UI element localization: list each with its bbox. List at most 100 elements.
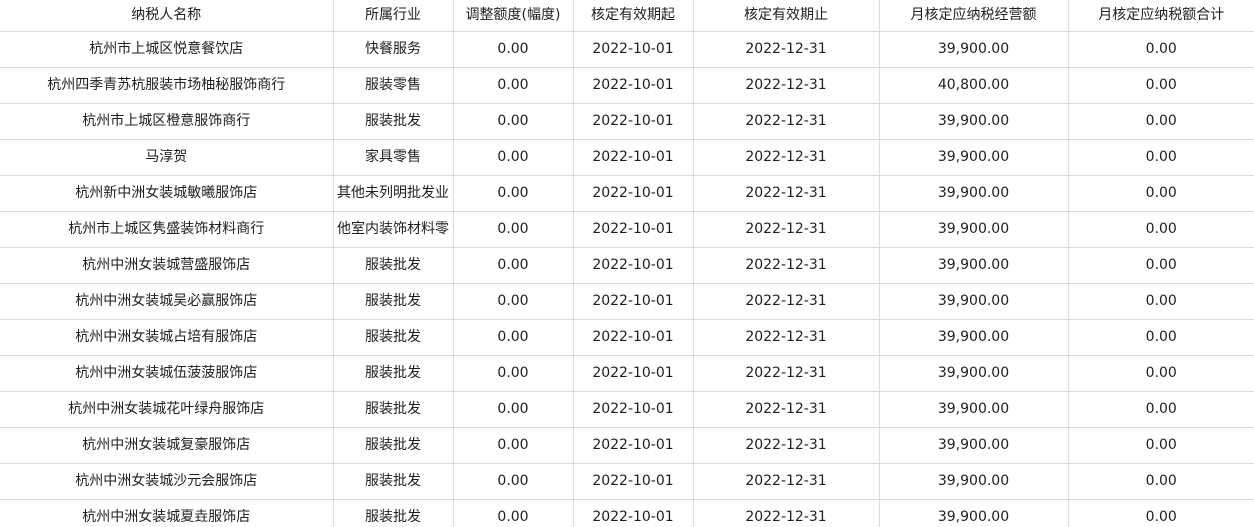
table-row[interactable]: 杭州中洲女装城占培有服饰店 服装批发 0.00 2022-10-01 2022-12-3…	[0, 319, 1254, 356]
cell-taxpayer-name[interactable]: 马淳贺	[0, 139, 334, 176]
cell-monthly-revenue[interactable]: 39,900.00	[879, 211, 1069, 248]
cell-taxpayer-name[interactable]: 杭州市上城区隽盛装饰材料商行	[0, 211, 334, 248]
table-row[interactable]: 杭州中洲女装城营盛服饰店 服装批发 0.00 2022-10-01 2022-12-31…	[0, 247, 1254, 284]
cell-industry[interactable]: 他室内装饰材料零	[333, 211, 454, 248]
cell-monthly-tax-total[interactable]: 0.00	[1068, 175, 1254, 212]
cell-monthly-tax-total[interactable]: 0.00	[1068, 139, 1254, 176]
cell-monthly-tax-total[interactable]: 0.00	[1068, 67, 1254, 104]
cell-valid-from[interactable]: 2022-10-01	[573, 391, 694, 428]
cell-taxpayer-name[interactable]: 杭州中洲女装城沙元会服饰店	[0, 463, 334, 500]
cell-industry[interactable]: 服装批发	[333, 319, 454, 356]
cell-valid-from[interactable]: 2022-10-01	[573, 211, 694, 248]
cell-industry[interactable]: 服装零售	[333, 67, 454, 104]
cell-monthly-tax-total[interactable]: 0.00	[1068, 103, 1254, 140]
cell-valid-from[interactable]: 2022-10-01	[573, 463, 694, 500]
cell-monthly-revenue[interactable]: 39,900.00	[879, 427, 1069, 464]
cell-taxpayer-name[interactable]: 杭州中洲女装城复豪服饰店	[0, 427, 334, 464]
cell-valid-from[interactable]: 2022-10-01	[573, 283, 694, 320]
header-taxpayer-name[interactable]: 纳税人名称	[0, 0, 334, 32]
header-monthly-revenue[interactable]: 月核定应纳税经营额	[879, 0, 1069, 32]
cell-valid-from[interactable]: 2022-10-01	[573, 427, 694, 464]
cell-monthly-revenue[interactable]: 39,900.00	[879, 31, 1069, 68]
cell-industry[interactable]: 服装批发	[333, 355, 454, 392]
cell-industry[interactable]: 服装批发	[333, 103, 454, 140]
cell-taxpayer-name[interactable]: 杭州中洲女装城伍菠菠服饰店	[0, 355, 334, 392]
cell-taxpayer-name[interactable]: 杭州中洲女装城占培有服饰店	[0, 319, 334, 356]
table-row[interactable]: 杭州四季青苏杭服装市场柚秘服饰商行 服装零售 0.00 2022-10-01 2022-…	[0, 67, 1254, 104]
cell-industry[interactable]: 家具零售	[333, 139, 454, 176]
cell-adjustment[interactable]: 0.00	[453, 463, 574, 500]
cell-valid-to[interactable]: 2022-12-31	[693, 463, 880, 500]
cell-valid-to[interactable]: 2022-12-31	[693, 355, 880, 392]
cell-monthly-tax-total[interactable]: 0.00	[1068, 391, 1254, 428]
cell-adjustment[interactable]: 0.00	[453, 355, 574, 392]
cell-valid-to[interactable]: 2022-12-31	[693, 103, 880, 140]
cell-monthly-tax-total[interactable]: 0.00	[1068, 211, 1254, 248]
header-industry[interactable]: 所属行业	[333, 0, 454, 32]
cell-valid-to[interactable]: 2022-12-31	[693, 175, 880, 212]
cell-monthly-tax-total[interactable]: 0.00	[1068, 499, 1254, 527]
cell-monthly-revenue[interactable]: 39,900.00	[879, 247, 1069, 284]
table-row[interactable]: 杭州市上城区橙意服饰商行 服装批发 0.00 2022-10-01 2022-12-31…	[0, 103, 1254, 140]
header-valid-from[interactable]: 核定有效期起	[573, 0, 694, 32]
cell-monthly-revenue[interactable]: 39,900.00	[879, 391, 1069, 428]
cell-taxpayer-name[interactable]: 杭州中洲女装城花叶绿舟服饰店	[0, 391, 334, 428]
table-row[interactable]: 杭州市上城区隽盛装饰材料商行 他室内装饰材料零 0.00 2022-10-01 2022…	[0, 211, 1254, 248]
cell-adjustment[interactable]: 0.00	[453, 319, 574, 356]
cell-valid-to[interactable]: 2022-12-31	[693, 247, 880, 284]
cell-monthly-revenue[interactable]: 39,900.00	[879, 103, 1069, 140]
cell-taxpayer-name[interactable]: 杭州市上城区悦意餐饮店	[0, 31, 334, 68]
cell-taxpayer-name[interactable]: 杭州中洲女装城营盛服饰店	[0, 247, 334, 284]
table-row[interactable]: 杭州中洲女装城沙元会服饰店 服装批发 0.00 2022-10-01 2022-12-3…	[0, 463, 1254, 500]
cell-valid-from[interactable]: 2022-10-01	[573, 31, 694, 68]
cell-industry[interactable]: 服装批发	[333, 427, 454, 464]
cell-valid-to[interactable]: 2022-12-31	[693, 427, 880, 464]
cell-valid-to[interactable]: 2022-12-31	[693, 139, 880, 176]
cell-taxpayer-name[interactable]: 杭州中洲女装城夏垚服饰店	[0, 499, 334, 527]
cell-valid-to[interactable]: 2022-12-31	[693, 391, 880, 428]
table-row[interactable]: 杭州市上城区悦意餐饮店 快餐服务 0.00 2022-10-01 2022-12-31 3…	[0, 31, 1254, 68]
cell-adjustment[interactable]: 0.00	[453, 391, 574, 428]
cell-monthly-tax-total[interactable]: 0.00	[1068, 283, 1254, 320]
cell-monthly-revenue[interactable]: 39,900.00	[879, 139, 1069, 176]
cell-taxpayer-name[interactable]: 杭州市上城区橙意服饰商行	[0, 103, 334, 140]
cell-valid-to[interactable]: 2022-12-31	[693, 67, 880, 104]
table-row[interactable]: 杭州新中洲女装城敏曦服饰店 其他未列明批发业 0.00 2022-10-01 2022-…	[0, 175, 1254, 212]
cell-industry[interactable]: 其他未列明批发业	[333, 175, 454, 212]
cell-monthly-tax-total[interactable]: 0.00	[1068, 247, 1254, 284]
cell-valid-from[interactable]: 2022-10-01	[573, 67, 694, 104]
cell-monthly-tax-total[interactable]: 0.00	[1068, 319, 1254, 356]
table-row[interactable]: 马淳贺 家具零售 0.00 2022-10-01 2022-12-31 39,900.00…	[0, 139, 1254, 176]
cell-adjustment[interactable]: 0.00	[453, 283, 574, 320]
header-adjustment[interactable]: 调整额度(幅度)	[453, 0, 574, 32]
cell-valid-to[interactable]: 2022-12-31	[693, 31, 880, 68]
cell-valid-to[interactable]: 2022-12-31	[693, 499, 880, 527]
cell-monthly-tax-total[interactable]: 0.00	[1068, 31, 1254, 68]
cell-monthly-revenue[interactable]: 39,900.00	[879, 319, 1069, 356]
cell-industry[interactable]: 服装批发	[333, 499, 454, 527]
cell-adjustment[interactable]: 0.00	[453, 31, 574, 68]
cell-monthly-tax-total[interactable]: 0.00	[1068, 355, 1254, 392]
cell-valid-from[interactable]: 2022-10-01	[573, 139, 694, 176]
cell-valid-from[interactable]: 2022-10-01	[573, 355, 694, 392]
cell-adjustment[interactable]: 0.00	[453, 427, 574, 464]
cell-monthly-tax-total[interactable]: 0.00	[1068, 463, 1254, 500]
cell-industry[interactable]: 快餐服务	[333, 31, 454, 68]
cell-monthly-revenue[interactable]: 39,900.00	[879, 283, 1069, 320]
header-valid-to[interactable]: 核定有效期止	[693, 0, 880, 32]
cell-monthly-revenue[interactable]: 39,900.00	[879, 175, 1069, 212]
cell-industry[interactable]: 服装批发	[333, 463, 454, 500]
table-row[interactable]: 杭州中洲女装城伍菠菠服饰店 服装批发 0.00 2022-10-01 2022-12-3…	[0, 355, 1254, 392]
cell-adjustment[interactable]: 0.00	[453, 175, 574, 212]
cell-valid-to[interactable]: 2022-12-31	[693, 283, 880, 320]
header-monthly-tax-total[interactable]: 月核定应纳税额合计	[1068, 0, 1254, 32]
cell-industry[interactable]: 服装批发	[333, 391, 454, 428]
cell-adjustment[interactable]: 0.00	[453, 67, 574, 104]
cell-adjustment[interactable]: 0.00	[453, 499, 574, 527]
cell-monthly-revenue[interactable]: 39,900.00	[879, 355, 1069, 392]
cell-industry[interactable]: 服装批发	[333, 283, 454, 320]
cell-monthly-tax-total[interactable]: 0.00	[1068, 427, 1254, 464]
cell-monthly-revenue[interactable]: 40,800.00	[879, 67, 1069, 104]
table-row[interactable]: 杭州中洲女装城花叶绿舟服饰店 服装批发 0.00 2022-10-01 2022-12-…	[0, 391, 1254, 428]
cell-valid-from[interactable]: 2022-10-01	[573, 247, 694, 284]
